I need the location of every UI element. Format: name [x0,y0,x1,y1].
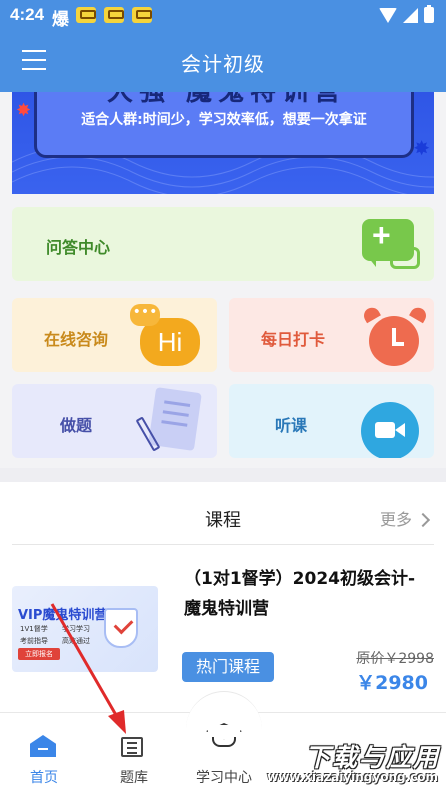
question-bank-icon [121,737,143,757]
online-consult-tile[interactable]: 在线咨询 Hi ••• [12,298,217,372]
status-time: 4:24 [10,5,45,24]
watermark-text: 下载与应用 [304,743,440,772]
thumbnail-feature: 1V1督学 [20,625,48,633]
exercise-tile[interactable]: 做题 [12,384,217,458]
notification-app-icon [132,7,152,23]
thumbnail-feature: 考前指导 [20,637,48,645]
banner-card: 大强 魔鬼特训营 适合人群:时间少，学习效率低，想要一次拿证 [34,92,414,158]
page-title: 会计初级 [181,52,265,76]
status-icons [379,5,434,23]
qa-center-label: 问答中心 [46,238,111,257]
daily-checkin-label: 每日打卡 [261,330,326,349]
video-camera-icon [361,402,419,458]
wifi-icon [379,7,397,23]
watermark: 下载与应用 www.xiazaiyingyong.com [264,738,440,790]
notification-app-icon [104,7,124,23]
chevron-right-icon [415,512,431,528]
app-header: 会计初级 [0,30,446,92]
online-consult-label: 在线咨询 [44,330,109,349]
watermark-url: www.xiazaiyingyong.com [267,770,438,784]
alarm-clock-icon [369,316,419,366]
promo-banner[interactable]: ✸ 大强 魔鬼特训营 适合人群:时间少，学习效率低，想要一次拿证 ✸ [12,92,434,194]
course-section: 课程 更多 VIP魔鬼特训营 1V1督学 学习学习 考前指导 高效通过 立即报名… [0,482,446,712]
home-icon [30,735,56,757]
listen-lecture-label: 听课 [275,416,308,435]
nav-item-home[interactable]: 首页 [0,713,94,793]
thumbnail-signup-button: 立即报名 [18,648,60,660]
more-link[interactable]: 更多 [379,506,431,530]
star-decoration-icon: ✸ [16,100,32,121]
star-decoration-icon: ✸ [413,136,430,160]
exercise-label: 做题 [60,416,93,435]
section-divider [0,468,446,482]
nav-item-study-center[interactable]: 学习中心 [174,713,274,793]
banner-subtitle: 适合人群:时间少，学习效率低，想要一次拿证 [81,112,367,128]
nav-item-question-bank[interactable]: 题库 [84,713,184,793]
status-bar: 4:24 爆 [0,0,446,30]
battery-icon [424,5,434,23]
notification-app-icon [76,7,96,23]
divider [12,544,434,545]
daily-checkin-tile[interactable]: 每日打卡 [229,298,434,372]
chat-plus-icon [362,217,414,267]
typing-dots-icon: ••• [130,304,160,326]
nav-label-home: 首页 [30,770,58,786]
alarm-bell-icon [409,304,429,324]
thumbnail-title: VIP魔鬼特训营 [18,608,108,623]
course-name[interactable]: （1对1督学）2024初级会计-魔鬼特训营 [184,564,424,624]
qa-center-tile[interactable]: 问答中心 [12,207,434,281]
status-notification-text: 爆 [52,10,69,30]
hot-course-tag: 热门课程 [182,652,274,682]
nav-label-study-center: 学习中心 [196,770,252,786]
course-thumbnail[interactable]: VIP魔鬼特训营 1V1督学 学习学习 考前指导 高效通过 立即报名 [12,586,158,672]
signal-icon [403,7,418,23]
graduation-cap-base-icon [212,737,236,747]
more-label: 更多 [379,510,412,529]
shield-check-icon [104,608,138,648]
listen-lecture-tile[interactable]: 听课 [229,384,434,458]
current-price: ￥2980 [356,672,428,694]
original-price: 原价￥2998 [356,651,434,667]
nav-label-question-bank: 题库 [120,770,148,786]
thumbnail-feature: 高效通过 [62,637,90,645]
screen: { "status_bar": { "time": "4:24", "extra… [0,0,446,793]
banner-headline: 大强 魔鬼特训营 [107,92,347,107]
thumbnail-feature: 学习学习 [62,625,90,633]
